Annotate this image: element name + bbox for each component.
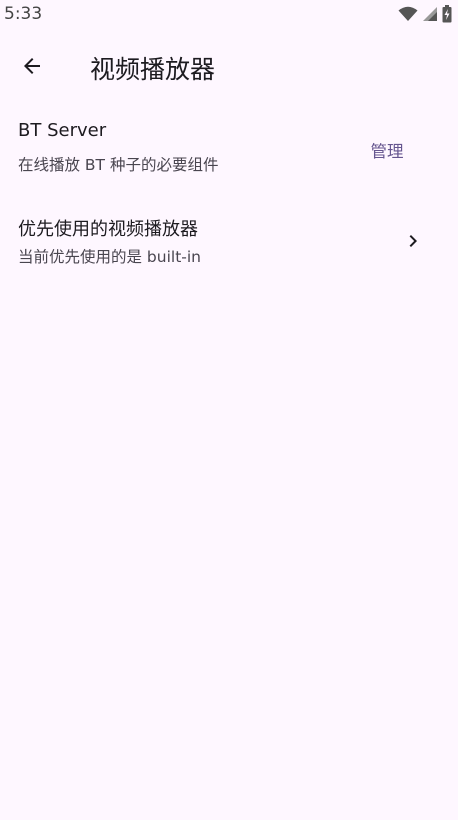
preferred-player-title: 优先使用的视频播放器	[18, 219, 198, 240]
bt-server-setting: BT Server 在线播放 BT 种子的必要组件 管理	[0, 112, 458, 188]
bt-server-subtitle: 在线播放 BT 种子的必要组件	[18, 156, 219, 174]
status-time: 5:33	[4, 4, 43, 24]
status-icons	[398, 5, 452, 23]
bt-server-title: BT Server	[18, 120, 107, 141]
battery-charging-icon	[442, 5, 452, 23]
preferred-player-subtitle: 当前优先使用的是 built-in	[18, 248, 202, 266]
signal-icon	[423, 7, 437, 21]
back-button[interactable]	[12, 46, 52, 86]
wifi-icon	[398, 6, 418, 21]
app-bar: 视频播放器	[0, 36, 458, 100]
chevron-right-icon	[401, 229, 425, 253]
preferred-player-setting[interactable]: 优先使用的视频播放器 当前优先使用的是 built-in	[0, 204, 458, 280]
arrow-left-icon	[24, 58, 40, 74]
manage-button[interactable]: 管理	[358, 135, 416, 165]
page-title: 视频播放器	[90, 55, 216, 84]
status-bar: 5:33	[0, 0, 458, 30]
